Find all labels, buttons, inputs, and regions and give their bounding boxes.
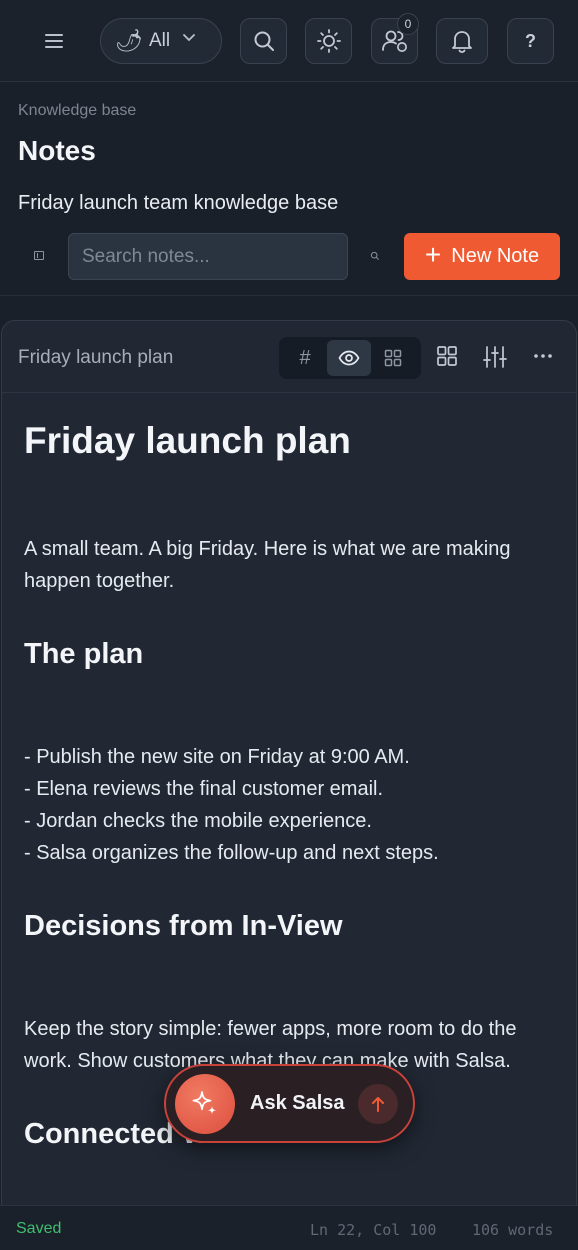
top-bar: 🌶 All 0 ? bbox=[0, 0, 578, 82]
status-bar: Saved Ln 22, Col 100 106 words bbox=[0, 1205, 578, 1250]
chili-pepper-icon: 🌶 bbox=[115, 28, 143, 53]
eye-icon bbox=[338, 350, 360, 366]
ask-salsa-label: Ask Salsa bbox=[250, 1092, 345, 1114]
plus-icon: + bbox=[424, 239, 442, 270]
filter-dropdown[interactable]: 🌶 All bbox=[100, 18, 222, 64]
layout-button[interactable] bbox=[436, 345, 458, 367]
sparkle-icon bbox=[192, 1091, 217, 1115]
markdown-mode-button[interactable]: # bbox=[283, 340, 327, 376]
ask-send-button[interactable] bbox=[358, 1084, 398, 1124]
editor-toolbar: Friday launch plan # bbox=[2, 321, 576, 393]
help-label: ? bbox=[525, 30, 536, 51]
list-item: - Salsa organizes the follow-up and next… bbox=[24, 842, 439, 864]
cursor-position: Ln 22, Col 100 bbox=[310, 1221, 437, 1239]
arrow-up-icon bbox=[372, 1097, 384, 1112]
note-title-label: Friday launch plan bbox=[18, 347, 174, 368]
doc-bullet-list: - Publish the new site on Friday at 9:00… bbox=[24, 741, 554, 869]
ask-salsa-button[interactable]: Ask Salsa bbox=[164, 1064, 415, 1143]
new-note-button[interactable]: + New Note bbox=[404, 233, 560, 280]
page-subtitle: Friday launch team knowledge base bbox=[18, 192, 339, 214]
search-icon[interactable] bbox=[370, 251, 380, 261]
settings-sliders-button[interactable] bbox=[482, 345, 508, 369]
hash-icon: # bbox=[299, 346, 311, 369]
breadcrumb[interactable]: Knowledge base bbox=[18, 102, 136, 120]
save-status: Saved bbox=[16, 1220, 62, 1237]
search-button[interactable] bbox=[240, 18, 287, 64]
new-note-label: New Note bbox=[451, 245, 540, 267]
help-button[interactable]: ? bbox=[507, 18, 554, 64]
doc-intro-paragraph: A small team. A big Friday. Here is what… bbox=[24, 538, 511, 592]
page-title: Notes bbox=[18, 135, 96, 166]
doc-heading-plan: The plan bbox=[24, 638, 144, 670]
preview-mode-button[interactable] bbox=[327, 340, 371, 376]
note-content[interactable]: Friday launch plan A small team. A big F… bbox=[24, 417, 554, 1153]
chevron-down-icon bbox=[183, 34, 195, 42]
sparkle-orb bbox=[175, 1074, 235, 1134]
word-count: 106 words bbox=[472, 1221, 554, 1239]
view-mode-switcher: # bbox=[279, 337, 421, 379]
collaborators-button[interactable]: 0 bbox=[371, 13, 419, 64]
notes-header: Knowledge base Notes Friday launch team … bbox=[0, 82, 578, 296]
collaborators-count-badge: 0 bbox=[397, 13, 419, 35]
more-horizontal-icon bbox=[534, 354, 552, 358]
sidebar-toggle-icon[interactable] bbox=[34, 251, 44, 260]
more-options-button[interactable] bbox=[532, 345, 554, 367]
search-icon bbox=[254, 31, 274, 51]
theme-toggle-button[interactable] bbox=[305, 18, 352, 64]
grid-icon bbox=[384, 349, 402, 367]
search-notes-input[interactable] bbox=[68, 233, 348, 280]
sliders-icon bbox=[483, 346, 507, 368]
layout-grid-icon bbox=[437, 346, 457, 366]
menu-button[interactable] bbox=[32, 18, 76, 64]
split-mode-button[interactable] bbox=[371, 340, 415, 376]
notifications-button[interactable] bbox=[436, 18, 488, 64]
doc-heading-decisions: Decisions from In-View bbox=[24, 910, 343, 942]
list-item: - Jordan checks the mobile experience. bbox=[24, 810, 372, 832]
filter-label: All bbox=[148, 30, 171, 51]
list-item: - Elena reviews the final customer email… bbox=[24, 778, 384, 800]
sun-icon bbox=[316, 29, 341, 53]
doc-heading-1: Friday launch plan bbox=[24, 420, 351, 461]
hamburger-icon bbox=[45, 34, 63, 48]
bell-icon bbox=[452, 31, 472, 53]
list-item: - Publish the new site on Friday at 9:00… bbox=[24, 746, 410, 768]
